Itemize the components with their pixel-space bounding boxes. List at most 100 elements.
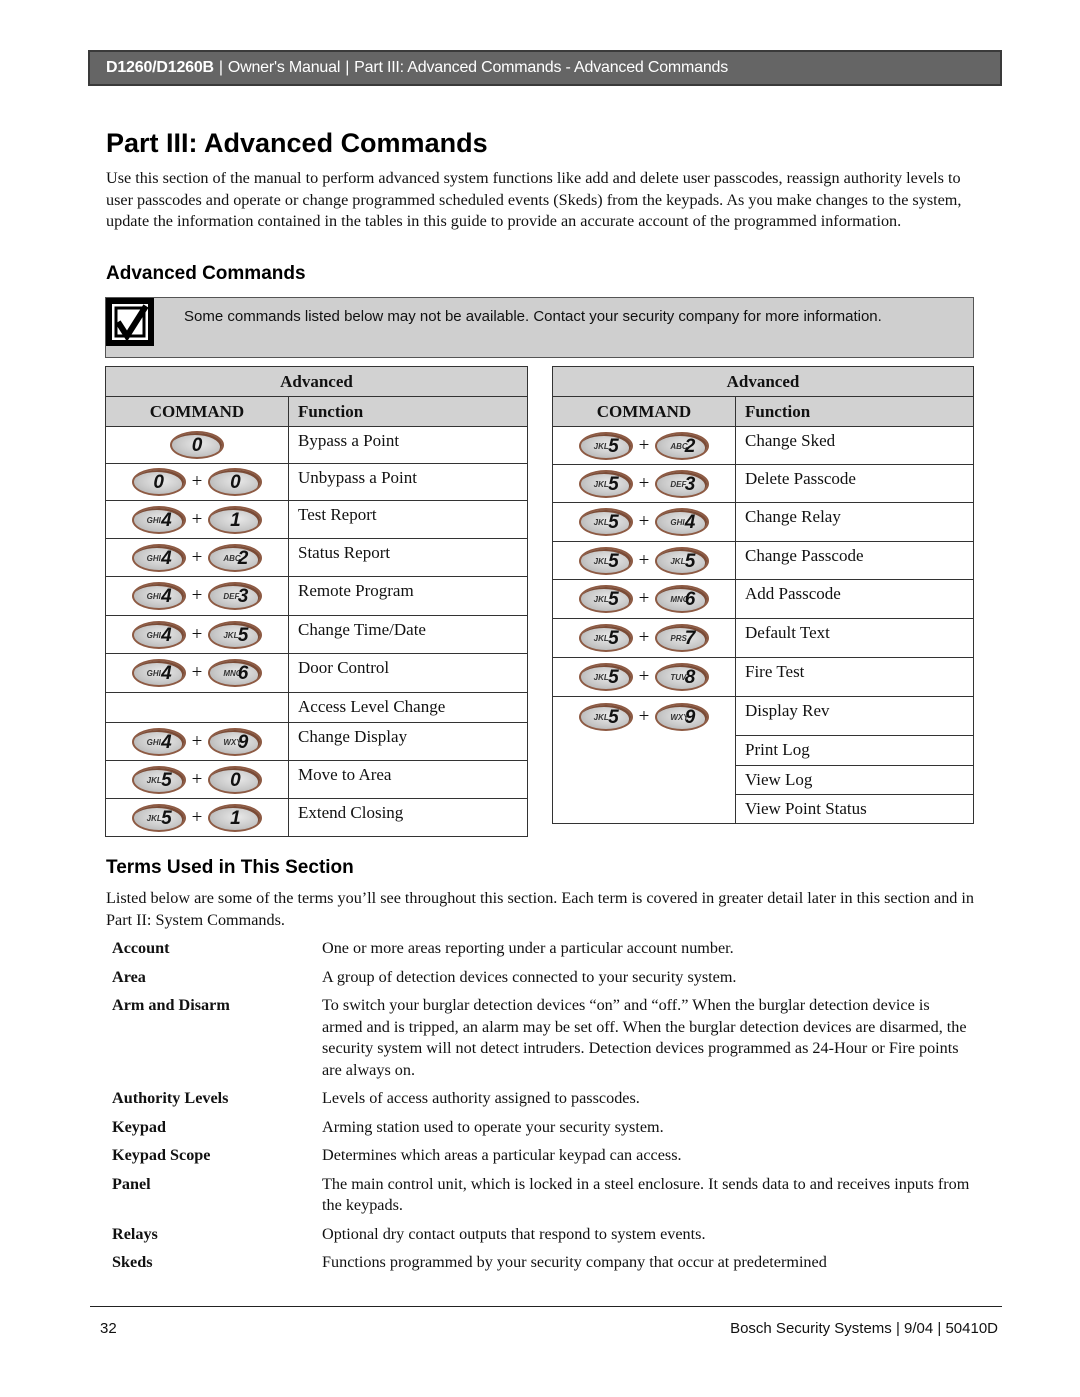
- key-digit: 4: [161, 624, 172, 646]
- plus-sign: +: [638, 511, 650, 532]
- command-cell: JKL 5 + MNO 6: [552, 579, 736, 619]
- command-cell: JKL 5 + ABC 2: [552, 426, 736, 465]
- column-header-function: Function: [288, 396, 528, 427]
- key-digit: 5: [237, 624, 249, 646]
- key-digit: 8: [684, 667, 696, 688]
- table-row: 0 +0 Unbypass a Point: [105, 463, 528, 501]
- keypad-key-icon: GHI 4: [655, 508, 710, 536]
- key-digit: 6: [237, 663, 249, 684]
- key-letters: GHI: [146, 592, 161, 601]
- keypad-key-icon: JKL 5: [578, 469, 633, 498]
- plus-sign: +: [638, 588, 650, 609]
- column-header-command: COMMAND: [552, 396, 736, 427]
- keypad-key-icon: GHI 4: [131, 620, 186, 649]
- term-name: Skeds: [112, 1253, 153, 1271]
- term-definition: The main control unit, which is locked i…: [322, 1174, 970, 1215]
- term-definition: Arming station used to operate your secu…: [322, 1117, 664, 1136]
- key-digit: 5: [684, 550, 696, 572]
- term-entry: Skeds Functions programmed by your securi…: [112, 1252, 972, 1274]
- term-entry: Area A group of detection devices connect…: [112, 967, 972, 989]
- function-cell: Print Log: [735, 735, 974, 766]
- footer-divider: [90, 1306, 1002, 1307]
- command-cell: GHI 4 +1: [105, 500, 289, 539]
- keypad-key-icon: TUV 8: [655, 663, 710, 691]
- term-name: Account: [112, 939, 170, 957]
- keypad-key-icon: ABC 2: [208, 543, 263, 572]
- key-digit: 5: [161, 807, 172, 829]
- keypad-key-icon: JKL 5: [578, 703, 633, 731]
- function-cell: Change Sked: [735, 426, 974, 465]
- command-cell: JKL 5 + GHI 4: [552, 502, 736, 542]
- plus-sign: +: [191, 623, 203, 645]
- keypad-key-icon: 0: [208, 468, 263, 496]
- key-letters: GHI: [146, 515, 161, 525]
- command-cell: GHI 4 + WXY 9: [105, 722, 289, 761]
- table-row: GHI 4 + DEF 3 Remote Program: [105, 576, 528, 616]
- key-digit: 5: [608, 589, 619, 610]
- key-digit: 9: [684, 707, 696, 728]
- keypad-key-icon: 0: [208, 765, 263, 794]
- keypad-key-icon: JKL 5: [131, 765, 186, 794]
- table-row: JKL 5 + DEF 3 Delete Passcode: [552, 464, 974, 503]
- keypad-key-icon: GHI 4: [131, 582, 186, 610]
- term-definition: Determines which areas a particular keyp…: [322, 1146, 682, 1164]
- table-row: JKL 5 + MNO 6 Add Passcode: [552, 579, 974, 619]
- intro-paragraph: Use this section of the manual to perfor…: [106, 169, 962, 231]
- key-digit: 4: [161, 731, 172, 753]
- term-definition: A group of detection devices connected t…: [322, 967, 737, 986]
- table-row: JKL 5 +1 Extend Closing: [105, 798, 528, 837]
- plus-sign: +: [191, 768, 203, 790]
- keypad-key-icon: PRS 7: [655, 624, 710, 652]
- command-cell: GHI 4 + DEF 3: [105, 576, 289, 616]
- table-row: GHI 4 + JKL 5 Change Time/Date: [105, 615, 528, 654]
- term-definition: Optional dry contact outputs that respon…: [322, 1224, 706, 1243]
- keypad-key-icon: 1: [208, 803, 263, 832]
- table-row: JKL 5 + PRS 7 Default Text: [552, 618, 974, 658]
- term-definition: Levels of access authority assigned to p…: [322, 1089, 640, 1107]
- keypad-key-icon: GHI 4: [131, 543, 186, 572]
- footer-publisher: Bosch Security Systems | 9/04 | 50410D: [730, 1320, 998, 1337]
- key-digit: 0: [153, 472, 164, 493]
- plus-sign: +: [191, 662, 203, 683]
- command-cell: JKL 5 + PRS 7: [552, 618, 736, 658]
- term-definition: One or more areas reporting under a part…: [322, 939, 734, 957]
- term-entry: Panel The main control unit, which is loc…: [112, 1174, 972, 1217]
- key-letters: GHI: [146, 630, 161, 640]
- key-letters: JKL: [146, 813, 162, 823]
- keypad-key-icon: GHI 4: [131, 727, 186, 756]
- key-letters: JKL: [593, 479, 609, 489]
- advanced-commands-table-left: Advanced COMMAND Function 0 Bypass a Point 0 +…: [105, 366, 528, 837]
- function-cell: Status Report: [288, 538, 528, 577]
- page-number: 32: [100, 1320, 117, 1337]
- plus-sign: +: [638, 666, 650, 687]
- key-digit: 1: [230, 509, 241, 531]
- keypad-key-icon: JKL 5: [578, 624, 633, 652]
- page-title: Part III: Advanced Commands: [106, 128, 488, 158]
- plus-sign: +: [191, 806, 203, 828]
- table-row: JKL 5 + GHI 4 Change Relay: [552, 502, 974, 542]
- term-name: Keypad: [112, 1117, 166, 1136]
- running-header: D1260/D1260B | Owner's Manual | Part III…: [88, 50, 1002, 86]
- plus-sign: +: [638, 706, 650, 727]
- table-row: GHI 4 +1 Test Report: [105, 500, 528, 539]
- function-cell: Fire Test: [735, 657, 974, 697]
- header-section: Part III: Advanced Commands - Advanced C…: [354, 59, 729, 76]
- plus-sign: +: [191, 471, 203, 492]
- key-digit: 4: [161, 663, 172, 684]
- function-cell: Change Time/Date: [288, 615, 528, 654]
- term-entry: Arm and Disarm To switch your burglar det…: [112, 995, 972, 1081]
- table-title: Advanced: [552, 366, 974, 397]
- command-cell: JKL 5 +1: [105, 798, 289, 837]
- keypad-key-icon: JKL 5: [578, 663, 633, 691]
- plus-sign: +: [638, 472, 650, 494]
- key-digit: 5: [608, 435, 619, 457]
- key-digit: 4: [161, 509, 172, 531]
- function-cell: Access Level Change: [288, 692, 528, 723]
- checkbox-checked-icon: [106, 298, 154, 346]
- table-row: JKL 5 + JKL 5 Change Passcode: [552, 541, 974, 580]
- function-cell: View Log: [735, 765, 974, 795]
- advanced-commands-table-right: Advanced COMMAND Function JKL 5 + ABC 2 Change S…: [552, 366, 974, 824]
- keypad-key-icon: ABC 2: [655, 431, 710, 460]
- function-cell: Add Passcode: [735, 579, 974, 619]
- command-cell: JKL 5 + JKL 5: [552, 541, 736, 580]
